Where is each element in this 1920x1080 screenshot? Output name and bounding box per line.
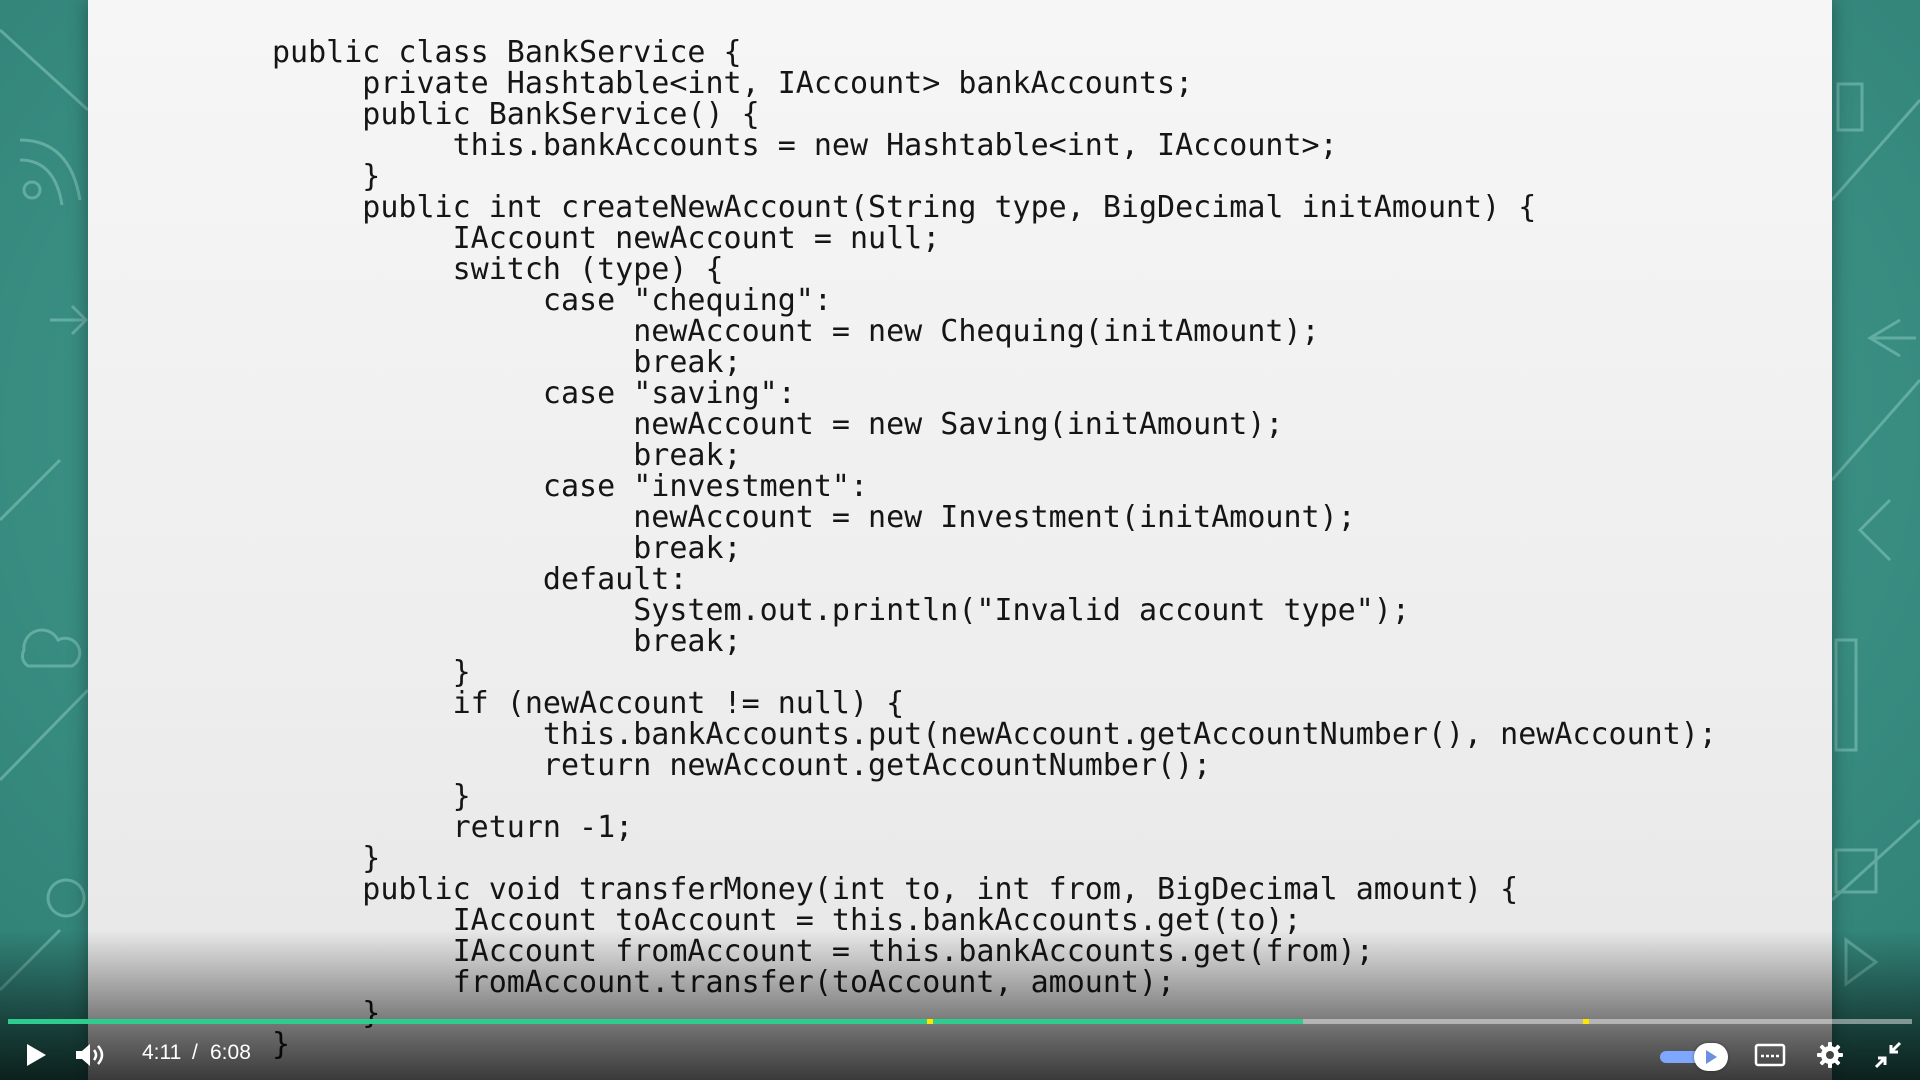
chapter-marker — [927, 1019, 933, 1024]
exit-fullscreen-icon — [1874, 1041, 1902, 1069]
code-line: this.bankAccounts.put(newAccount.getAcco… — [272, 717, 1717, 752]
code-line: } — [272, 779, 471, 814]
code-line: System.out.println("Invalid account type… — [272, 593, 1410, 628]
code-line: } — [272, 841, 381, 876]
code-line: IAccount fromAccount = this.bankAccounts… — [272, 934, 1374, 969]
code-line: case "chequing": — [272, 283, 832, 318]
volume-button[interactable] — [70, 1030, 110, 1080]
cc-icon — [1754, 1043, 1786, 1067]
volume-icon — [76, 1044, 104, 1066]
settings-button[interactable] — [1810, 1030, 1850, 1080]
code-line: return -1; — [272, 810, 634, 845]
code-line: case "saving": — [272, 376, 796, 411]
code-line: IAccount toAccount = this.bankAccounts.g… — [272, 903, 1302, 938]
code-line: break; — [272, 531, 742, 566]
code-line: if (newAccount != null) { — [272, 686, 905, 721]
code-line: fromAccount.transfer(toAccount, amount); — [272, 965, 1176, 1000]
time-separator: / — [192, 1041, 198, 1064]
play-icon — [27, 1044, 46, 1066]
autoplay-toggle[interactable] — [1694, 1043, 1728, 1071]
chapter-marker — [1583, 1019, 1589, 1024]
current-time: 4:11 — [142, 1041, 182, 1064]
code-listing: public class BankService { private Hasht… — [272, 37, 1717, 1060]
code-line: break; — [272, 345, 742, 380]
code-line: newAccount = new Chequing(initAmount); — [272, 314, 1320, 349]
progress-fill — [8, 1019, 1303, 1024]
progress-bar[interactable] — [8, 1019, 1912, 1024]
code-line: newAccount = new Saving(initAmount); — [272, 407, 1284, 442]
code-line: return newAccount.getAccountNumber(); — [272, 748, 1212, 783]
code-line: this.bankAccounts = new Hashtable<int, I… — [272, 128, 1338, 163]
play-button[interactable] — [16, 1030, 56, 1080]
exit-fullscreen-button[interactable] — [1868, 1030, 1908, 1080]
play-icon — [1706, 1050, 1717, 1064]
code-line: public class BankService { — [272, 35, 742, 70]
code-line: private Hashtable<int, IAccount> bankAcc… — [272, 66, 1194, 101]
code-line: newAccount = new Investment(initAmount); — [272, 500, 1356, 535]
code-line: switch (type) { — [272, 252, 724, 287]
code-slide: public class BankService { private Hasht… — [88, 0, 1832, 1080]
code-line: public void transferMoney(int to, int fr… — [272, 872, 1519, 907]
code-line: public int createNewAccount(String type,… — [272, 190, 1537, 225]
code-line: } — [272, 655, 471, 690]
duration: 6:08 — [210, 1041, 251, 1064]
code-line: break; — [272, 624, 742, 659]
captions-button[interactable] — [1750, 1030, 1790, 1080]
code-line: } — [272, 996, 381, 1031]
code-line: break; — [272, 438, 742, 473]
code-line: default: — [272, 562, 688, 597]
player-controls — [0, 1030, 1920, 1080]
code-line: public BankService() { — [272, 97, 760, 132]
code-line: IAccount newAccount = null; — [272, 221, 941, 256]
code-line: } — [272, 159, 381, 194]
code-line: case "investment": — [272, 469, 869, 504]
settings-icon — [1817, 1042, 1843, 1068]
